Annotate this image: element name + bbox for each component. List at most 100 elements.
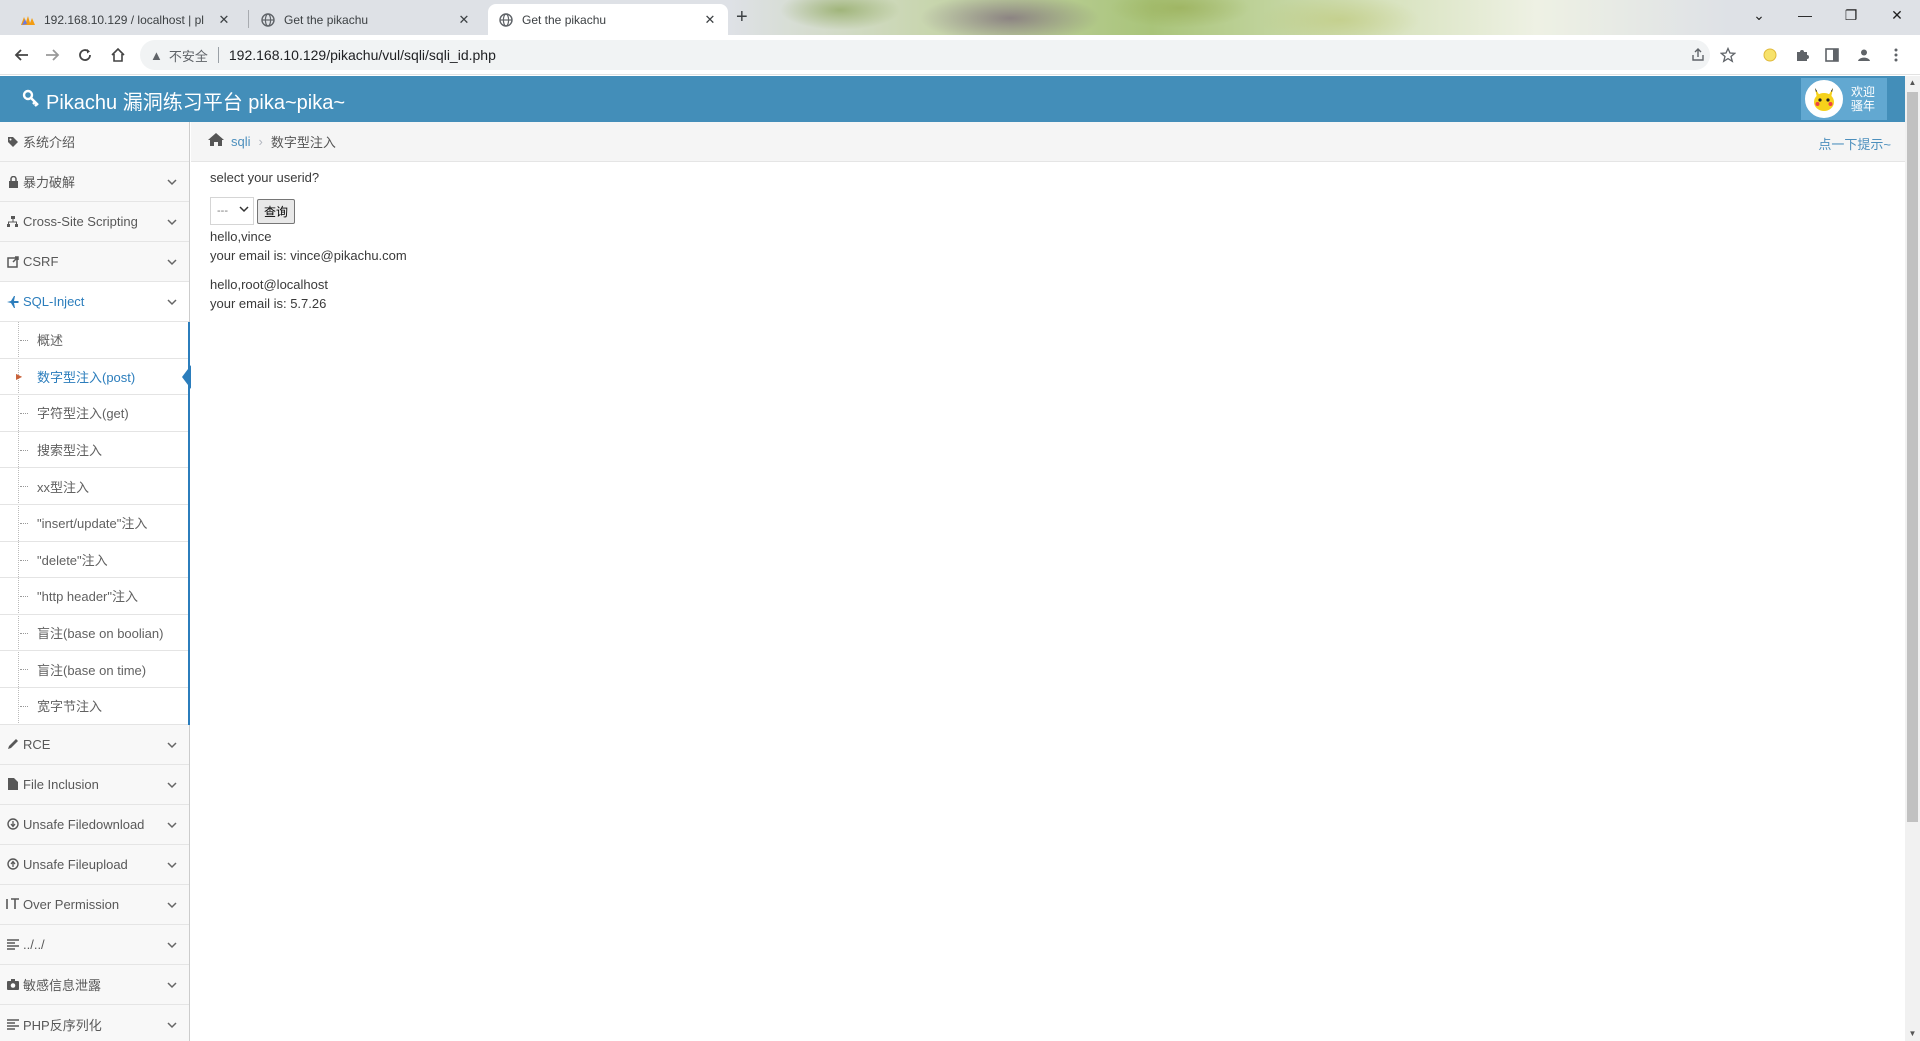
tree-dash — [20, 486, 28, 488]
sidebar-item-xss[interactable]: Cross-Site Scripting — [0, 202, 189, 242]
submenu-item-label: "delete"注入 — [37, 552, 108, 568]
submenu-item-label: "insert/update"注入 — [37, 516, 148, 532]
tab-title: Get the pikachu — [522, 12, 607, 27]
chevron-down-icon — [167, 214, 177, 229]
sidebar-item-label: CSRF — [23, 254, 59, 269]
back-arrow-icon[interactable] — [10, 43, 34, 67]
page-scrollbar[interactable]: ▲ ▼ — [1905, 76, 1920, 1041]
sidebar-item-sql-inject[interactable]: SQL-Inject — [0, 282, 189, 322]
sidebar-item-php-unserialize[interactable]: PHP反序列化 — [0, 1004, 189, 1041]
home-icon[interactable] — [106, 43, 130, 67]
chevron-down-icon — [167, 817, 177, 832]
submenu-item-blind-time[interactable]: 盲注(base on time) — [0, 651, 188, 688]
tree-dash — [20, 559, 28, 561]
submenu-item-label: 概述 — [37, 333, 64, 349]
tab-search-chevron-icon[interactable]: ⌄ — [1736, 0, 1782, 30]
phpmyadmin-favicon-icon — [20, 12, 36, 28]
share-icon — [6, 255, 20, 268]
scroll-down-arrow-icon[interactable]: ▼ — [1905, 1027, 1920, 1041]
chevron-down-icon — [239, 205, 249, 216]
browser-toolbar: ▲ 不安全 192.168.10.129/pikachu/vul/sqli/sq… — [0, 35, 1920, 75]
submenu-item-search[interactable]: 搜索型注入 — [0, 432, 188, 469]
restore-icon[interactable]: ❐ — [1828, 0, 1874, 30]
submenu-item-delete[interactable]: "delete"注入 — [0, 542, 188, 579]
tree-dash — [20, 669, 28, 671]
browser-tab-phpmyadmin[interactable]: 192.168.10.129 / localhost | pl ✕ — [10, 4, 242, 35]
browser-tab-bar: 192.168.10.129 / localhost | pl ✕ Get th… — [0, 0, 1920, 35]
sidebar-item-label: PHP反序列化 — [23, 1017, 102, 1033]
chevron-down-icon — [167, 174, 177, 189]
breadcrumb-link-sqli[interactable]: sqli — [231, 134, 251, 149]
submenu-item-label: xx型注入 — [37, 479, 90, 495]
home-icon[interactable] — [207, 132, 225, 152]
address-bar[interactable]: ▲ 不安全 192.168.10.129/pikachu/vul/sqli/sq… — [140, 40, 1710, 70]
scroll-up-arrow-icon[interactable]: ▲ — [1905, 76, 1920, 90]
submenu-item-overview[interactable]: 概述 — [0, 322, 188, 359]
extension-yellow-icon[interactable] — [1758, 43, 1782, 67]
sidebar-item-brute-force[interactable]: 暴力破解 — [0, 162, 189, 202]
chevron-down-icon — [167, 777, 177, 792]
submenu-item-insert-update[interactable]: "insert/update"注入 — [0, 505, 188, 542]
close-icon[interactable]: ✕ — [216, 12, 232, 28]
url-text: 192.168.10.129/pikachu/vul/sqli/sqli_id.… — [228, 47, 496, 63]
sidebar-item-over-permission[interactable]: Over Permission — [0, 884, 189, 925]
submenu-item-blind-boolean[interactable]: 盲注(base on boolian) — [0, 615, 188, 652]
submenu-item-string-get[interactable]: 字符型注入(get) — [0, 395, 188, 432]
reload-icon[interactable] — [73, 43, 97, 67]
userid-select[interactable]: --- — [210, 197, 254, 225]
result-email: your email is: 5.7.26 — [210, 296, 327, 311]
sidebar-item-system-intro[interactable]: 系统介绍 — [0, 122, 189, 162]
close-icon[interactable]: ✕ — [456, 12, 472, 28]
user-menu[interactable]: 欢迎 骚年 — [1801, 78, 1887, 120]
menu-kebab-icon[interactable] — [1884, 43, 1908, 67]
sidebar-item-rce[interactable]: RCE — [0, 724, 189, 765]
submenu-item-label: 宽字节注入 — [37, 699, 103, 715]
submenu-item-wide-byte[interactable]: 宽字节注入 — [0, 688, 188, 725]
breadcrumb-chevron-icon: › — [258, 134, 263, 149]
globe-icon — [260, 12, 276, 28]
submenu-item-http-header[interactable]: "http header"注入 — [0, 578, 188, 615]
text-height-icon — [6, 898, 20, 910]
brand[interactable]: Pikachu 漏洞练习平台 pika~pika~ — [22, 86, 345, 115]
forward-arrow-icon[interactable] — [40, 43, 64, 67]
submenu-item-numeric-post[interactable]: ▶ 数字型注入(post) — [0, 359, 191, 396]
minimize-icon[interactable]: — — [1782, 0, 1828, 30]
result-hello: hello,root@localhost — [210, 277, 328, 292]
sidebar-item-csrf[interactable]: CSRF — [0, 242, 189, 282]
browser-tab-pikachu-active[interactable]: Get the pikachu ✕ — [488, 4, 728, 35]
close-window-icon[interactable]: ✕ — [1874, 0, 1920, 30]
chevron-down-icon — [167, 737, 177, 752]
query-form: --- 查询 — [210, 197, 407, 225]
tab-title: 192.168.10.129 / localhost | pl — [44, 12, 204, 27]
browser-tab-pikachu-1[interactable]: Get the pikachu ✕ — [250, 4, 482, 35]
avatar — [1805, 80, 1843, 118]
sidebar-item-unsafe-filedownload[interactable]: Unsafe Filedownload — [0, 804, 189, 845]
new-tab-plus-icon[interactable]: + — [736, 6, 748, 29]
query-button[interactable]: 查询 — [257, 198, 296, 224]
tree-dash — [20, 522, 28, 524]
close-icon[interactable]: ✕ — [702, 12, 718, 28]
welcome-line2: 骚年 — [1851, 99, 1876, 113]
sidebar-item-path-traversal[interactable]: ../../ — [0, 924, 189, 965]
submenu-item-xx[interactable]: xx型注入 — [0, 468, 188, 505]
scrollbar-thumb[interactable] — [1907, 92, 1918, 822]
brand-title: Pikachu 漏洞练习平台 pika~pika~ — [46, 92, 346, 114]
tree-dash — [20, 705, 28, 707]
profile-icon[interactable] — [1852, 43, 1876, 67]
tree-dash — [20, 632, 28, 634]
sidebar-item-info-leak[interactable]: 敏感信息泄露 — [0, 964, 189, 1005]
welcome-line1: 欢迎 — [1851, 85, 1876, 99]
bookmark-star-icon[interactable] — [1716, 43, 1740, 67]
chevron-down-icon — [167, 897, 177, 912]
extensions-puzzle-icon[interactable] — [1790, 43, 1814, 67]
tabbar-background-art — [760, 0, 1450, 35]
sidebar-item-file-inclusion[interactable]: File Inclusion — [0, 764, 189, 805]
share-icon[interactable] — [1686, 43, 1710, 67]
sql-inject-submenu: 概述 ▶ 数字型注入(post) 字符型注入(get) 搜索型注入 xx型注入 "… — [0, 322, 191, 725]
submenu-item-label: 字符型注入(get) — [37, 406, 129, 422]
chevron-down-icon — [167, 977, 177, 992]
hint-link[interactable]: 点一下提示~ — [1818, 134, 1891, 153]
sidebar-item-label: ../../ — [23, 936, 45, 952]
sidebar-item-unsafe-fileupload[interactable]: Unsafe Fileupload — [0, 844, 189, 885]
side-panel-icon[interactable] — [1820, 43, 1844, 67]
